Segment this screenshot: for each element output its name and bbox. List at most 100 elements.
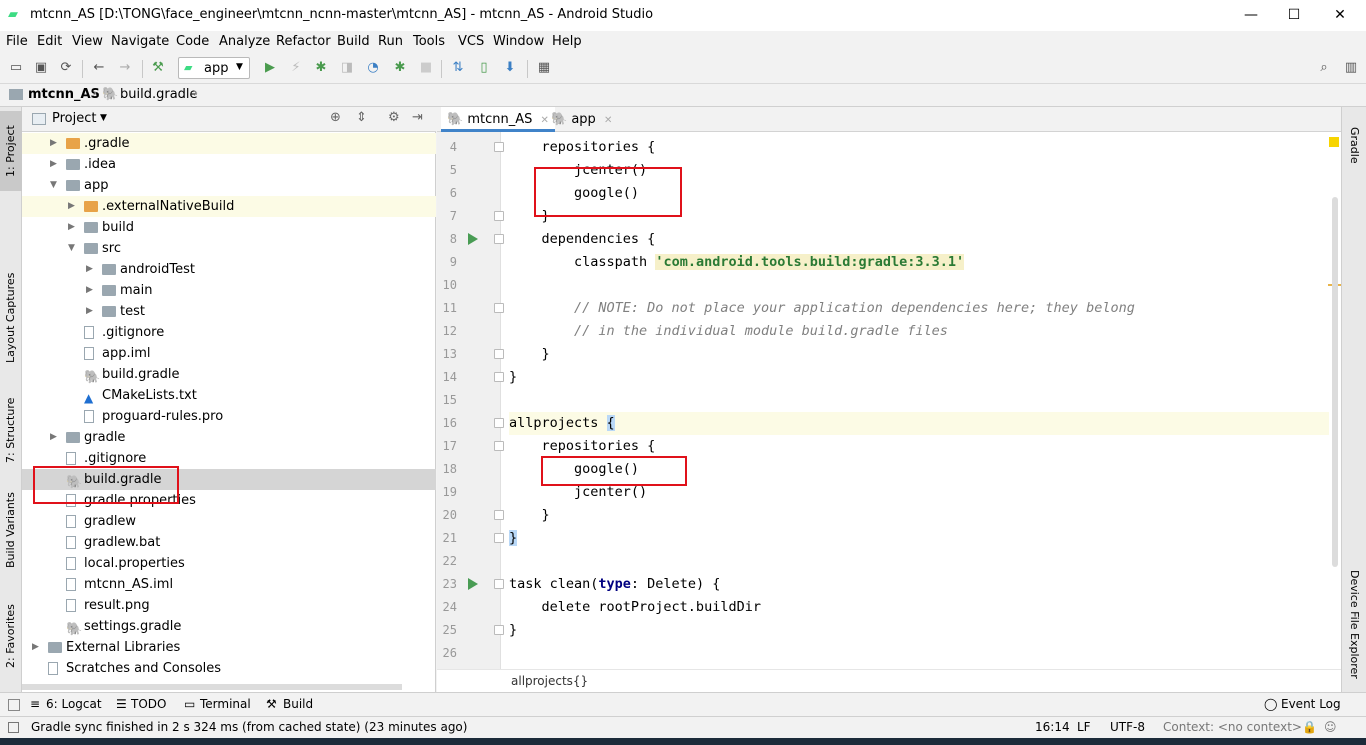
- code-line[interactable]: [509, 389, 1329, 412]
- chevron-right-icon[interactable]: ▶: [32, 637, 42, 658]
- run-configuration-select[interactable]: ▰ app ▼: [178, 57, 250, 79]
- status-window-icon[interactable]: [8, 722, 19, 733]
- save-icon[interactable]: ▣: [33, 60, 49, 76]
- project-structure-icon[interactable]: ▦: [536, 60, 552, 76]
- chevron-down-icon[interactable]: ▼: [100, 113, 107, 123]
- tree-item[interactable]: ▶ .idea: [22, 154, 436, 175]
- code-line[interactable]: }: [509, 343, 1329, 366]
- code-area[interactable]: repositories { jcenter() google() } depe…: [437, 132, 1341, 669]
- profile-icon[interactable]: ◔: [365, 60, 381, 76]
- sync-icon[interactable]: ⟳: [58, 60, 74, 76]
- tree-item[interactable]: Scratches and Consoles: [22, 658, 436, 679]
- tree-item[interactable]: ▶ .externalNativeBuild: [22, 196, 436, 217]
- tool-tab-structure[interactable]: 7: Structure: [0, 390, 22, 470]
- chevron-right-icon[interactable]: ▶: [86, 301, 96, 322]
- code-line[interactable]: // in the individual module build.gradle…: [509, 320, 1329, 343]
- tree-item[interactable]: ▲ CMakeLists.txt: [22, 385, 436, 406]
- open-icon[interactable]: ▭: [8, 60, 24, 76]
- tool-tab-device-file-explorer[interactable]: Device File Explorer: [1342, 562, 1366, 687]
- code-line[interactable]: repositories {: [509, 136, 1329, 159]
- minimize-button[interactable]: —: [1228, 0, 1274, 31]
- code-line[interactable]: [509, 642, 1329, 665]
- menu-vcs[interactable]: VCS: [458, 34, 484, 49]
- horizontal-scrollbar[interactable]: [22, 684, 402, 690]
- tree-item[interactable]: ▶ test: [22, 301, 436, 322]
- back-icon[interactable]: ←: [91, 60, 107, 76]
- code-line[interactable]: }: [509, 527, 1329, 550]
- tool-windows-icon[interactable]: [8, 699, 20, 711]
- menu-view[interactable]: View: [72, 34, 103, 49]
- chevron-right-icon[interactable]: ▶: [50, 427, 60, 448]
- tool-tab-layout-captures[interactable]: Layout Captures: [0, 265, 22, 370]
- sdk-manager-icon[interactable]: ⬇: [502, 60, 518, 76]
- code-line[interactable]: [509, 274, 1329, 297]
- breadcrumb-project[interactable]: mtcnn_AS: [28, 87, 100, 102]
- close-icon[interactable]: ✕: [604, 115, 612, 126]
- menu-window[interactable]: Window: [493, 34, 544, 49]
- caret-position[interactable]: 16:14: [1035, 720, 1070, 734]
- chevron-right-icon[interactable]: ▶: [68, 196, 78, 217]
- tree-item[interactable]: gradlew.bat: [22, 532, 436, 553]
- status-message[interactable]: Gradle sync finished in 2 s 324 ms (from…: [31, 720, 467, 734]
- debug-attach-icon[interactable]: ✱: [392, 60, 408, 76]
- vertical-scrollbar[interactable]: [1332, 197, 1338, 567]
- tool-tab-project[interactable]: 1: Project: [0, 111, 22, 191]
- maximize-button[interactable]: ☐: [1271, 0, 1317, 31]
- tree-item[interactable]: .gitignore: [22, 322, 436, 343]
- inspector-icon[interactable]: ☺: [1324, 720, 1337, 734]
- code-line[interactable]: classpath 'com.android.tools.build:gradl…: [509, 251, 1329, 274]
- code-line[interactable]: [509, 550, 1329, 573]
- chevron-right-icon[interactable]: ▶: [86, 259, 96, 280]
- run-icon[interactable]: ▶: [262, 60, 278, 76]
- tool-tab-gradle[interactable]: Gradle: [1342, 115, 1366, 175]
- debug-icon[interactable]: ✱: [313, 60, 329, 76]
- chevron-down-icon[interactable]: ▼: [68, 238, 78, 259]
- code-line[interactable]: }: [509, 366, 1329, 389]
- layout-icon[interactable]: ▥: [1343, 60, 1359, 76]
- avd-manager-icon[interactable]: ▯: [476, 60, 492, 76]
- menu-analyze[interactable]: Analyze: [219, 34, 270, 49]
- tree-item[interactable]: result.png: [22, 595, 436, 616]
- tree-item[interactable]: ▼ src: [22, 238, 436, 259]
- tab-terminal[interactable]: Terminal: [200, 697, 251, 711]
- gear-icon[interactable]: ⚙: [388, 110, 400, 125]
- tree-item[interactable]: ▶ gradle: [22, 427, 436, 448]
- menu-edit[interactable]: Edit: [37, 34, 62, 49]
- chevron-right-icon[interactable]: ▶: [86, 280, 96, 301]
- context-indicator[interactable]: Context: <no context>: [1163, 720, 1302, 734]
- tree-item[interactable]: app.iml: [22, 343, 436, 364]
- tree-item[interactable]: gradlew: [22, 511, 436, 532]
- tab-mtcnn-as[interactable]: 🐘 mtcnn_AS ✕: [441, 107, 555, 132]
- menu-refactor[interactable]: Refactor: [276, 34, 331, 49]
- tree-item[interactable]: ▶ androidTest: [22, 259, 436, 280]
- tree-item[interactable]: ▶ .gradle: [22, 133, 436, 154]
- tab-app[interactable]: 🐘 app ✕: [545, 107, 618, 132]
- chevron-right-icon[interactable]: ▶: [50, 133, 60, 154]
- make-icon[interactable]: ⚒: [150, 60, 166, 76]
- forward-icon[interactable]: →: [117, 60, 133, 76]
- close-button[interactable]: ✕: [1317, 0, 1363, 31]
- menu-code[interactable]: Code: [176, 34, 209, 49]
- breadcrumb-file[interactable]: build.gradle: [120, 87, 198, 102]
- tree-item[interactable]: ▶ External Libraries: [22, 637, 436, 658]
- file-encoding[interactable]: UTF-8: [1110, 720, 1145, 734]
- code-line[interactable]: // NOTE: Do not place your application d…: [509, 297, 1329, 320]
- menu-build[interactable]: Build: [337, 34, 370, 49]
- code-line[interactable]: }: [509, 504, 1329, 527]
- attach-debugger-icon[interactable]: ◨: [339, 60, 355, 76]
- locate-icon[interactable]: ⊕: [330, 110, 341, 125]
- tool-tab-favorites[interactable]: 2: Favorites: [0, 604, 22, 669]
- search-icon[interactable]: ⌕: [1316, 60, 1332, 76]
- hide-icon[interactable]: ⇥: [412, 110, 423, 125]
- tree-item[interactable]: ▶ build: [22, 217, 436, 238]
- menu-file[interactable]: File: [6, 34, 28, 49]
- tree-item[interactable]: 🐘 build.gradle: [22, 364, 436, 385]
- stop-icon[interactable]: ■: [418, 60, 434, 76]
- apply-changes-icon[interactable]: ⚡: [288, 60, 304, 76]
- inspection-status-icon[interactable]: [1329, 137, 1339, 147]
- code-line[interactable]: delete rootProject.buildDir: [509, 596, 1329, 619]
- project-view-selector[interactable]: Project: [52, 111, 96, 126]
- tab-logcat[interactable]: 6: Logcat: [46, 697, 102, 711]
- tree-item[interactable]: local.properties: [22, 553, 436, 574]
- tool-tab-build-variants[interactable]: Build Variants: [0, 490, 22, 570]
